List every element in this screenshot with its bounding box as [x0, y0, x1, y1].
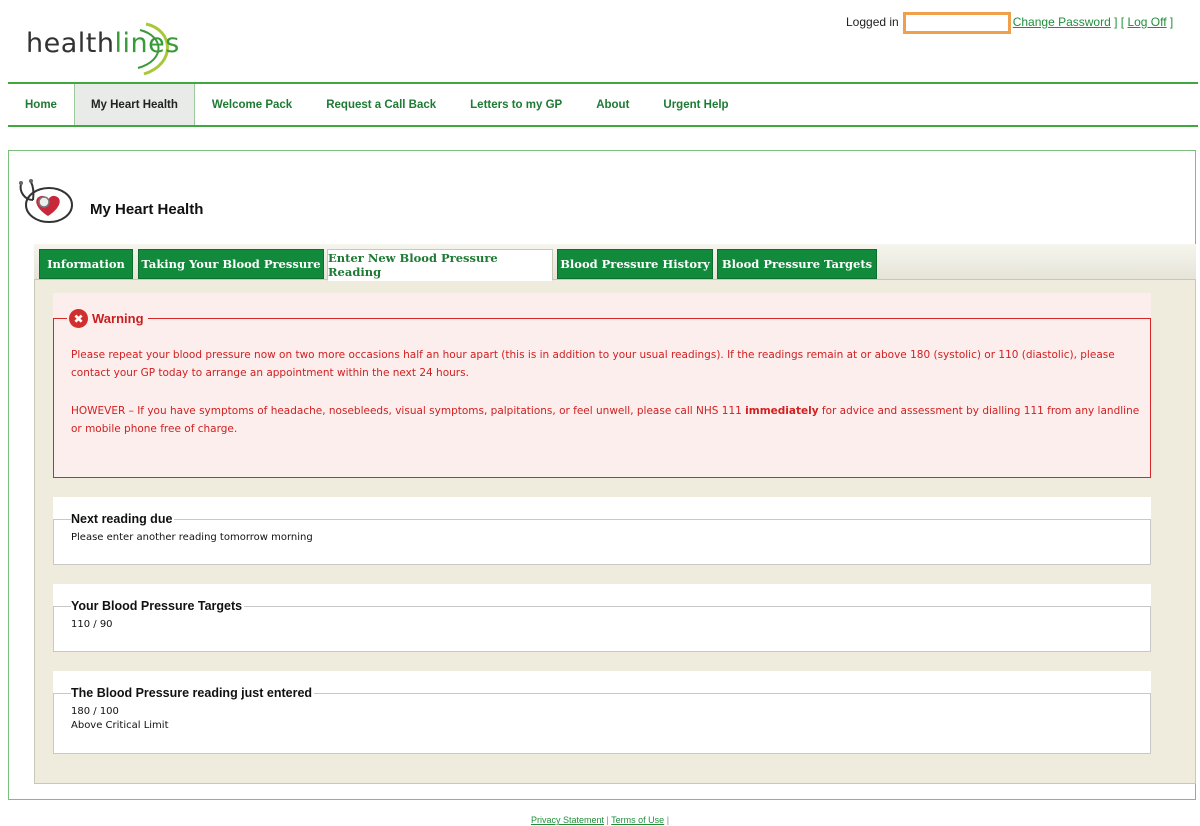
tab-blood-pressure-history[interactable]: Blood Pressure History [557, 249, 713, 279]
healthlines-logo[interactable]: healthlines [26, 18, 179, 76]
nav-item-about[interactable]: About [579, 84, 646, 125]
stethoscope-heart-icon [19, 179, 73, 223]
warning-legend: ✖ Warning [67, 309, 148, 328]
nav-item-home[interactable]: Home [8, 84, 74, 125]
reading-title: The Blood Pressure reading just entered [71, 686, 315, 700]
targets-value: 110 / 90 [71, 619, 113, 630]
main-nav: Home My Heart Health Welcome Pack Reques… [8, 84, 746, 125]
next-reading-text: Please enter another reading tomorrow mo… [71, 532, 313, 543]
footer: Privacy Statement | Terms of Use | [0, 815, 1200, 825]
nav-item-my-heart-health[interactable]: My Heart Health [73, 84, 195, 125]
nav-item-welcome-pack[interactable]: Welcome Pack [195, 84, 309, 125]
tab-taking-your-blood-pressure[interactable]: Taking Your Blood Pressure [138, 249, 324, 279]
change-password-link[interactable]: Change Password [1013, 15, 1111, 29]
privacy-statement-link[interactable]: Privacy Statement [531, 815, 604, 825]
logged-in-username-field [902, 12, 1011, 34]
bracket-separator: ] [ [1110, 15, 1128, 29]
nav-item-urgent-help[interactable]: Urgent Help [646, 84, 745, 125]
tab-blood-pressure-targets[interactable]: Blood Pressure Targets [717, 249, 877, 279]
warning-para2-bold: immediately [745, 405, 819, 417]
terms-of-use-link[interactable]: Terms of Use [611, 815, 664, 825]
error-x-icon: ✖ [69, 309, 88, 328]
log-off-link[interactable]: Log Off [1127, 15, 1166, 29]
bracket-end: ] [1166, 15, 1174, 29]
next-reading-header-strip [53, 497, 1151, 519]
logged-in-label: Logged in [846, 15, 899, 29]
warning-para2-before: HOWEVER – If you have symptoms of headac… [71, 405, 746, 417]
targets-title: Your Blood Pressure Targets [71, 599, 245, 613]
tab-enter-new-blood-pressure-reading[interactable]: Enter New Blood Pressure Reading [327, 249, 553, 281]
reading-value: 180 / 100 [71, 706, 119, 717]
footer-trail: | [664, 815, 670, 825]
page-title: My Heart Health [90, 201, 204, 218]
nav-item-request-call-back[interactable]: Request a Call Back [309, 84, 453, 125]
warning-fieldset [53, 318, 1151, 478]
nav-item-letters-to-gp[interactable]: Letters to my GP [453, 84, 579, 125]
logo-text-lines: lines [114, 28, 180, 59]
warning-title: Warning [92, 311, 144, 326]
account-links: Change Password ] [ Log Off ] [1013, 15, 1174, 29]
warning-paragraph-1: Please repeat your blood pressure now on… [71, 349, 1115, 379]
logo-text: healthlines [26, 28, 180, 59]
logo-text-health: health [26, 28, 115, 59]
reading-status: Above Critical Limit [71, 720, 169, 731]
nav-bottom-rule [8, 125, 1198, 127]
warning-paragraph-2: HOWEVER – If you have symptoms of headac… [71, 402, 1141, 438]
reading-fieldset [53, 693, 1151, 754]
tab-information[interactable]: Information [39, 249, 133, 279]
login-area: Logged in Change Password ] [ Log Off ] [846, 12, 1173, 34]
next-reading-title: Next reading due [71, 512, 175, 526]
